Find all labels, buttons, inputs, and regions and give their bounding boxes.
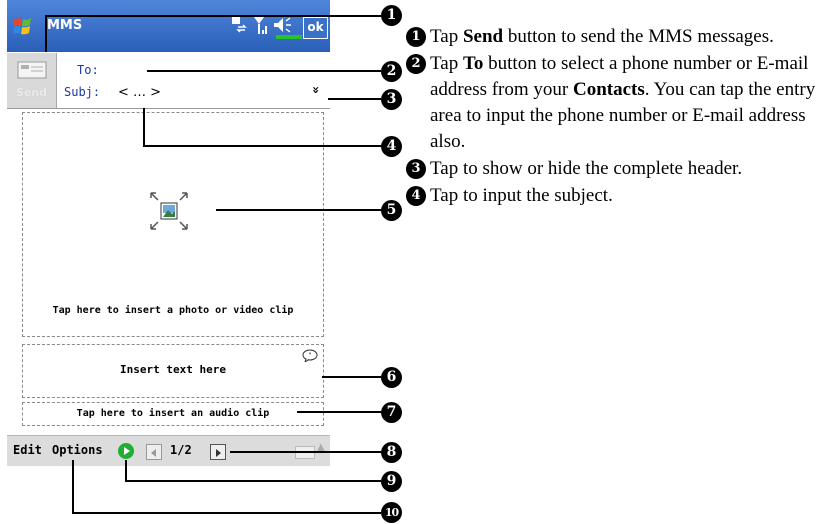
callout-line-7 — [297, 411, 381, 413]
callout-marker-10: 10 — [381, 502, 402, 523]
volume-icon — [274, 17, 291, 33]
instruction-bold: Send — [462, 26, 504, 47]
instruction-2: 2 Tap To button to select a phone number… — [406, 51, 831, 155]
callout-marker-1: 1 — [381, 5, 402, 26]
callout-line-5 — [216, 209, 381, 211]
instructions: 1 Tap Send button to send the MMS messag… — [406, 24, 831, 210]
windows-start-icon[interactable] — [11, 14, 37, 40]
insert-picture-icon — [150, 192, 188, 230]
play-icon — [124, 447, 130, 455]
send-button[interactable]: Send — [7, 53, 57, 108]
signal-icon — [254, 17, 267, 34]
callout-line-9-v — [125, 460, 127, 481]
callout-line-4-v — [143, 108, 145, 146]
next-slide-button[interactable] — [210, 444, 226, 460]
speech-bubble-icon[interactable]: " — [302, 349, 318, 362]
instruction-4: 4 Tap to input the subject. — [406, 183, 831, 209]
callout-line-6 — [322, 376, 381, 378]
callout-line-8 — [230, 451, 381, 453]
previous-icon — [151, 449, 156, 457]
callout-marker-4: 4 — [381, 136, 402, 157]
photo-prompt: Tap here to insert a photo or video clip — [52, 305, 294, 316]
instruction-number: 1 — [406, 27, 426, 47]
callout-line-10-v — [72, 460, 74, 513]
audio-prompt: Tap here to insert an audio clip — [76, 408, 270, 419]
callout-marker-5: 5 — [381, 200, 402, 221]
instruction-number: 3 — [406, 159, 426, 179]
instruction-text: button to send the MMS messages. — [503, 26, 774, 47]
audio-slot[interactable]: Tap here to insert an audio clip — [22, 402, 324, 426]
callout-marker-6: 6 — [381, 367, 402, 388]
app-title: MMS — [47, 18, 83, 33]
callout-marker-2: 2 — [381, 61, 402, 82]
svg-text:": " — [309, 352, 312, 359]
callout-line-9-h — [125, 480, 381, 482]
previous-slide-button[interactable] — [146, 444, 162, 460]
page-indicator: 1/2 — [170, 443, 192, 457]
instruction-1: 1 Tap Send button to send the MMS messag… — [406, 24, 831, 50]
instruction-number: 2 — [406, 54, 426, 74]
instruction-bold: To — [462, 53, 484, 74]
battery-icon — [276, 35, 302, 39]
callout-marker-8: 8 — [381, 442, 402, 463]
instruction-text: Tap — [430, 26, 463, 47]
message-header: Send To: Subj: < … > » — [7, 53, 330, 109]
options-menu[interactable]: Options — [52, 443, 103, 457]
instruction-text: Tap to show or hide the complete header. — [430, 158, 743, 179]
callout-line-1-v — [45, 15, 47, 52]
edit-menu[interactable]: Edit — [13, 443, 42, 457]
envelope-icon — [17, 61, 47, 79]
subject-field[interactable]: < … > — [118, 85, 161, 100]
ok-button[interactable]: ok — [303, 17, 328, 39]
connectivity-icon — [232, 17, 247, 33]
instruction-text: Tap to input the subject. — [430, 185, 613, 206]
callout-line-3 — [328, 98, 381, 100]
send-button-label: Send — [15, 86, 48, 99]
callout-line-10-h — [72, 512, 381, 514]
callout-marker-7: 7 — [381, 402, 402, 423]
callout-line-2 — [147, 70, 381, 72]
instruction-3: 3 Tap to show or hide the complete heade… — [406, 156, 831, 182]
callout-line-1-h — [45, 15, 381, 17]
instruction-text: Tap — [430, 53, 463, 74]
callout-marker-9: 9 — [381, 471, 402, 492]
callout-marker-3: 3 — [381, 89, 402, 110]
subject-label: Subj: — [64, 85, 101, 99]
text-slot[interactable]: Insert text here " — [22, 344, 324, 398]
callout-line-4-h — [143, 145, 381, 147]
text-prompt: Insert text here — [120, 363, 226, 376]
title-bar: MMS ok — [7, 0, 330, 52]
instruction-bold: Contacts — [573, 79, 645, 100]
to-button[interactable]: To: — [77, 63, 99, 77]
next-icon — [216, 449, 221, 457]
expand-header-button[interactable]: » — [309, 86, 323, 94]
play-button[interactable] — [118, 443, 134, 459]
instruction-number: 4 — [406, 186, 426, 206]
status-icons[interactable] — [232, 14, 302, 40]
